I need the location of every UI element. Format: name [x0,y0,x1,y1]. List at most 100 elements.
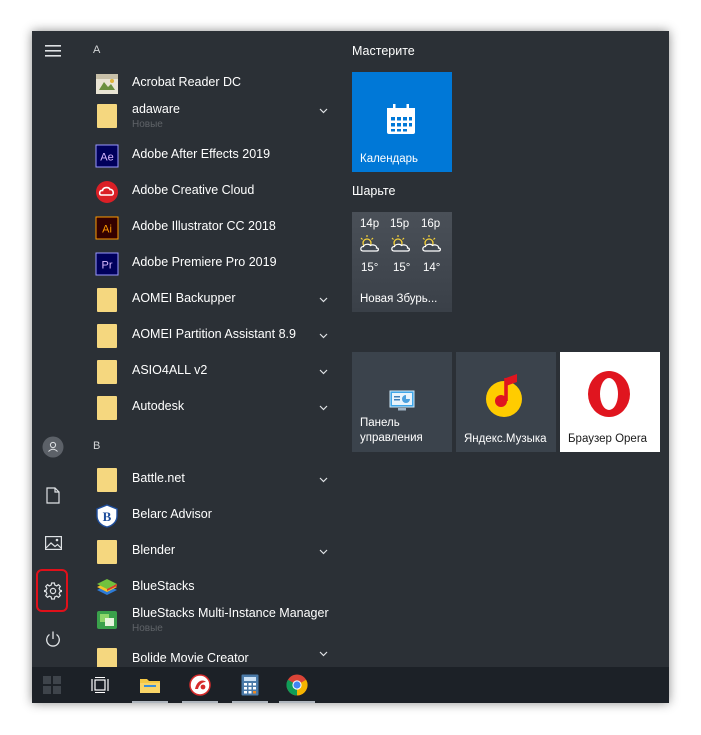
tile-group-title[interactable]: Шарьте [352,184,395,198]
chevron-down-icon[interactable] [319,106,328,115]
weather-temp: 15° [361,262,379,274]
running-indicator [182,701,218,703]
app-label: BlueStacks Multi-Instance Manager [132,606,329,620]
weather-time: 14р [360,218,380,230]
illustrator-icon: Ai [95,216,119,240]
app-asio4all[interactable]: ASIO4ALL v2 [91,354,336,390]
partly-cloudy-icon [391,235,410,252]
chevron-down-icon[interactable] [319,295,328,304]
app-label: Belarc Advisor [132,507,212,521]
app-adaware[interactable]: adaware Новые [91,95,336,131]
tile-group-title[interactable]: Мастерите [352,44,415,58]
app-new-badge: Новые [132,623,163,634]
bluestacks-icon [95,576,119,600]
settings-highlight [36,569,68,612]
task-view-icon[interactable] [80,667,120,703]
taskbar [32,667,669,703]
app-label: Adobe After Effects 2019 [132,147,271,161]
chevron-down-icon[interactable] [319,649,328,658]
svg-text:Pr: Pr [102,260,113,272]
folder-icon [97,396,117,420]
app-belarc[interactable]: B Belarc Advisor [91,498,336,534]
chevron-down-icon[interactable] [319,367,328,376]
app-label: ASIO4ALL v2 [132,363,208,377]
folder-icon [97,104,117,128]
app-label: Blender [132,543,176,557]
documents-icon[interactable] [32,475,74,515]
app-illustrator[interactable]: Ai Adobe Illustrator CC 2018 [91,210,336,246]
start-menu: A Acrobat Reader DC adaware Новые Ae Ado… [32,31,669,703]
app-label: Acrobat Reader DC [132,75,242,89]
app-bolide[interactable]: Bolide Movie Creator [91,642,336,667]
app-label: AOMEI Backupper [132,291,236,305]
app-label: Autodesk [132,399,185,413]
app-aomei-partition[interactable]: AOMEI Partition Assistant 8.9 [91,318,336,354]
tile-weather[interactable]: 14р 15р 16р 15° 15° 14° Новая Збурь... [352,212,452,312]
chevron-down-icon[interactable] [319,547,328,556]
folder-icon [97,324,117,348]
svg-text:B: B [103,509,112,524]
app-label: BlueStacks [132,579,195,593]
opera-icon [588,371,630,417]
app-creative-cloud[interactable]: Adobe Creative Cloud [91,174,336,210]
bluestacks-mim-icon [95,608,119,632]
svg-text:Ae: Ae [100,152,113,164]
app-label: Adobe Premiere Pro 2019 [132,255,277,269]
tile-calendar[interactable]: Календарь [352,72,452,172]
tile-label: Яндекс.Музыка [464,433,547,445]
weather-time: 15р [390,218,410,230]
after-effects-icon: Ae [95,144,119,168]
tile-label: Браузер Opera [568,433,648,445]
tile-control-panel[interactable]: Панель управления [352,352,452,452]
tile-yandex-music[interactable]: Яндекс.Музыка [456,352,556,452]
chevron-down-icon[interactable] [319,475,328,484]
control-panel-icon [389,390,415,411]
running-indicator [279,701,315,703]
running-indicator [132,701,168,703]
partly-cloudy-icon [360,235,379,252]
app-autodesk[interactable]: Autodesk [91,390,336,426]
premiere-pro-icon: Pr [95,252,119,276]
app-after-effects[interactable]: Ae Adobe After Effects 2019 [91,138,336,174]
calendar-icon [387,104,415,134]
tile-opera[interactable]: Браузер Opera [560,352,660,452]
file-explorer-icon[interactable] [130,667,170,703]
app-bluestacks-mim[interactable]: BlueStacks Multi-Instance Manager Новые [91,599,336,635]
app-label: Bolide Movie Creator [132,651,249,665]
svg-text:Ai: Ai [102,224,112,236]
folder-icon [97,648,117,667]
belarc-icon: B [95,504,119,528]
app-list: A Acrobat Reader DC adaware Новые Ae Ado… [91,31,336,667]
section-letter-b[interactable]: B [93,440,100,452]
chevron-down-icon[interactable] [319,331,328,340]
creative-cloud-icon [95,180,119,204]
section-letter-a[interactable]: A [93,44,100,56]
app-label: AOMEI Partition Assistant 8.9 [132,327,296,341]
app-blender[interactable]: Blender [91,534,336,570]
folder-icon [97,360,117,384]
start-rail [32,31,74,667]
app-battlenet[interactable]: Battle.net [91,462,336,498]
tile-label: Календарь [360,153,419,165]
app-aomei-backupper[interactable]: AOMEI Backupper [91,282,336,318]
app-label: Adobe Creative Cloud [132,183,255,197]
tile-label: Панель управления [360,417,423,444]
folder-icon [97,468,117,492]
acrobat-reader-icon [95,72,119,96]
folder-icon [97,288,117,312]
menu-icon[interactable] [32,31,74,71]
app-label: Battle.net [132,471,185,485]
weather-location: Новая Збурь... [360,293,438,305]
chevron-down-icon[interactable] [319,403,328,412]
weather-time: 16р [421,218,441,230]
power-icon[interactable] [32,619,74,659]
calculator-icon[interactable] [230,667,270,703]
app-label: Adobe Illustrator CC 2018 [132,219,276,233]
pictures-icon[interactable] [32,523,74,563]
account-icon[interactable] [32,427,74,467]
running-indicator [232,701,268,703]
app-premiere-pro[interactable]: Pr Adobe Premiere Pro 2019 [91,246,336,282]
chrome-icon[interactable] [277,667,317,703]
app-icon[interactable] [180,667,220,703]
start-icon[interactable] [32,667,72,703]
